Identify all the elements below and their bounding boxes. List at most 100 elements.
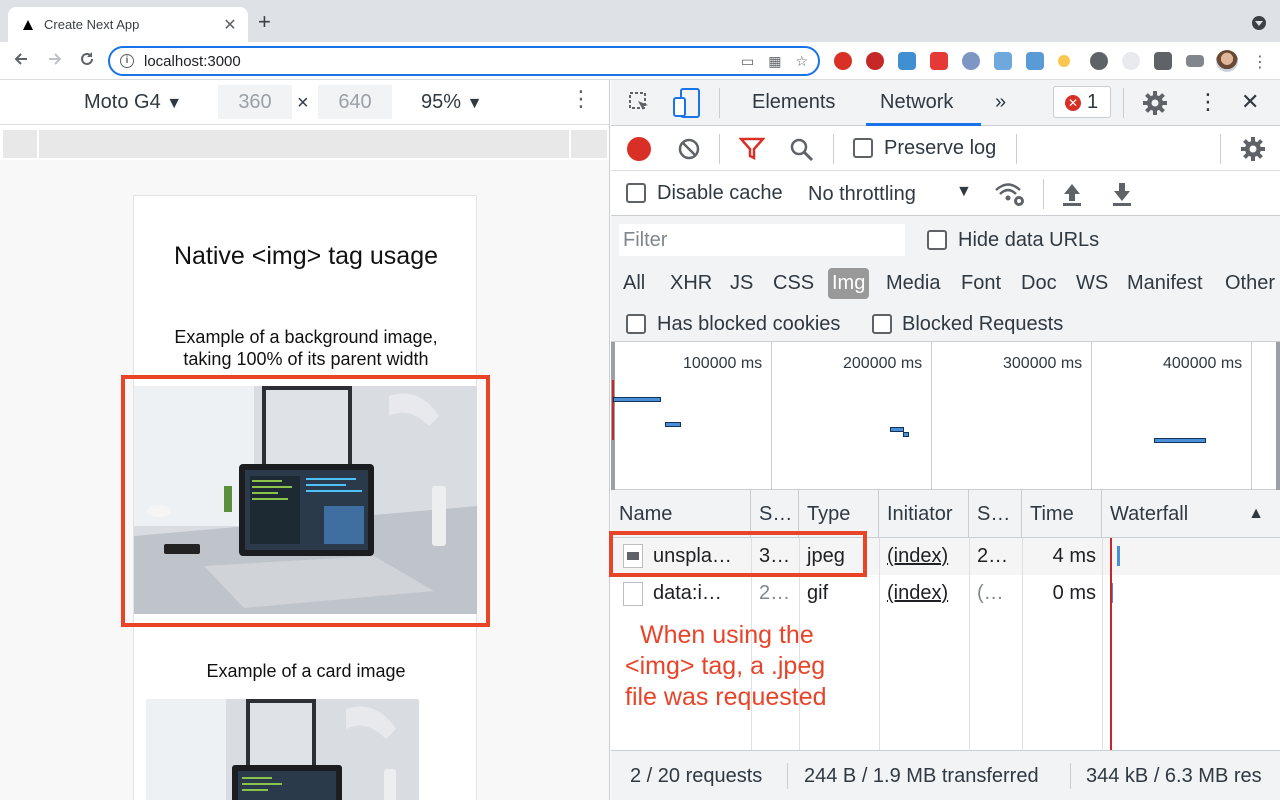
filter-funnel-icon[interactable]	[739, 137, 765, 161]
filter-input[interactable]: Filter	[619, 224, 905, 256]
resources-size: 344 kB / 6.3 MB res	[1086, 765, 1262, 787]
tab-network[interactable]: Network	[880, 91, 953, 114]
star-icon[interactable]: ☆	[795, 53, 808, 70]
type-filter-all[interactable]: All	[619, 268, 649, 299]
device-width-input[interactable]: 360	[218, 85, 292, 119]
column-header-time[interactable]: Time	[1022, 490, 1102, 538]
network-settings-gear-icon[interactable]	[1240, 136, 1266, 162]
extension-copy-icon[interactable]	[898, 52, 916, 70]
extensions-puzzle-icon[interactable]	[1154, 52, 1172, 70]
status-divider	[787, 763, 788, 789]
request-size: (…	[977, 582, 1004, 604]
request-name: data:i…	[653, 582, 722, 604]
address-bar[interactable]: i localhost:3000 ▭ ▦ ☆	[108, 46, 820, 76]
type-filter-doc[interactable]: Doc	[1017, 268, 1061, 299]
devtools-menu-icon[interactable]: ⋮	[1197, 89, 1219, 115]
media-query-ruler[interactable]	[3, 130, 607, 158]
inspect-element-icon[interactable]	[628, 91, 652, 115]
extension-moon-icon[interactable]	[1090, 52, 1108, 70]
device-toolbar-toggle-icon[interactable]	[673, 88, 701, 118]
error-counter-badge[interactable]: ✕ 1	[1053, 86, 1111, 118]
throttling-caret-icon[interactable]: ▼	[956, 183, 972, 201]
device-select[interactable]: Moto G4 ▼	[84, 91, 182, 114]
clear-icon[interactable]	[677, 137, 701, 161]
record-button[interactable]	[627, 137, 651, 161]
request-initiator-link[interactable]: (index)	[879, 575, 969, 612]
extension-screenshot-icon[interactable]	[930, 52, 948, 70]
nextjs-triangle-icon	[23, 19, 33, 30]
info-icon[interactable]: i	[120, 54, 134, 68]
reload-button[interactable]	[76, 50, 98, 72]
type-filter-ws[interactable]: WS	[1072, 268, 1112, 299]
extension-adblock-icon[interactable]	[834, 52, 852, 70]
has-blocked-cookies-checkbox[interactable]	[626, 314, 646, 334]
type-filter-img[interactable]: Img	[828, 268, 870, 299]
network-overview-timeline[interactable]: 100000 ms 200000 ms 300000 ms 400000 ms	[611, 342, 1280, 490]
preserve-log-label: Preserve log	[884, 137, 997, 159]
annotation-line: When using the	[640, 621, 814, 649]
browser-tab[interactable]: Create Next App ✕	[8, 7, 248, 42]
extension-list-icon[interactable]	[994, 52, 1012, 70]
media-queue-icon[interactable]	[1186, 55, 1204, 67]
back-button[interactable]	[10, 50, 32, 72]
network-conditions-icon[interactable]	[994, 181, 1026, 207]
highlight-box-image	[121, 375, 490, 627]
network-toolbar-secondary: Disable cache No throttling ▼	[611, 171, 1280, 216]
device-height-input[interactable]: 640	[318, 85, 392, 119]
search-icon[interactable]	[789, 137, 815, 163]
extension-pin-icon[interactable]	[1058, 55, 1070, 67]
tab-elements[interactable]: Elements	[752, 91, 835, 114]
type-filter-css[interactable]: CSS	[769, 268, 818, 299]
forward-button[interactable]	[44, 50, 66, 72]
settings-gear-icon[interactable]	[1142, 90, 1168, 116]
reload-icon	[81, 52, 93, 65]
arrow-left-icon	[14, 53, 27, 65]
type-filter-xhr[interactable]: XHR	[666, 268, 716, 299]
extension-ghost-icon[interactable]	[1122, 52, 1140, 70]
column-header-waterfall[interactable]: Waterfall ▲	[1102, 490, 1280, 538]
disable-cache-checkbox[interactable]	[626, 183, 646, 203]
status-divider	[1070, 763, 1071, 789]
new-tab-button[interactable]: +	[258, 11, 271, 33]
extension-grid-icon[interactable]	[1026, 52, 1044, 70]
toolbar-divider	[833, 134, 834, 164]
throttling-select[interactable]: No throttling	[808, 183, 916, 206]
profile-avatar[interactable]	[1216, 50, 1238, 72]
overview-right-handle[interactable]	[1276, 342, 1280, 490]
request-initiator-link[interactable]: (index)	[879, 538, 969, 575]
cast-icon[interactable]: ▭	[741, 53, 754, 70]
tab-search-icon[interactable]	[1252, 16, 1266, 30]
device-toolbar: Moto G4 ▼ 360 × 640 95% ▼ ⋮	[0, 80, 609, 125]
type-filter-js[interactable]: JS	[726, 268, 757, 299]
type-filter-font[interactable]: Font	[957, 268, 1005, 299]
apps-grid-icon[interactable]: ▦	[768, 53, 781, 70]
request-time: 4 ms	[1052, 545, 1096, 567]
export-har-icon[interactable]	[1111, 181, 1133, 207]
blocked-requests-checkbox[interactable]	[872, 314, 892, 334]
extension-abp-icon[interactable]	[866, 52, 884, 70]
type-filter-other[interactable]: Other	[1221, 268, 1279, 299]
column-header-size[interactable]: S…	[969, 490, 1022, 538]
zoom-value: 95%	[421, 91, 462, 113]
device-more-options-icon[interactable]: ⋮	[570, 86, 592, 112]
column-header-initiator[interactable]: Initiator	[879, 490, 969, 538]
type-filter-media[interactable]: Media	[882, 268, 944, 299]
blocked-requests-label: Blocked Requests	[902, 313, 1064, 335]
caret-down-icon: ▼	[466, 95, 483, 112]
preserve-log-checkbox[interactable]	[853, 138, 873, 158]
close-devtools-icon[interactable]: ✕	[1241, 89, 1259, 115]
type-filter-manifest[interactable]: Manifest	[1123, 268, 1207, 299]
import-har-icon[interactable]	[1061, 181, 1083, 207]
zoom-select[interactable]: 95% ▼	[421, 91, 482, 114]
hide-data-urls-checkbox[interactable]	[927, 230, 947, 250]
overview-tick-label: 200000 ms	[843, 355, 923, 372]
dimension-separator: ×	[297, 92, 309, 114]
caret-down-icon: ▼	[166, 95, 183, 112]
network-status-bar: 2 / 20 requests 244 B / 1.9 MB transferr…	[611, 750, 1280, 800]
tab-close-icon[interactable]: ✕	[222, 15, 238, 35]
request-time: 0 ms	[1052, 582, 1096, 604]
more-tabs-icon[interactable]: »	[995, 91, 1006, 114]
extension-compass-icon[interactable]	[962, 52, 980, 70]
chrome-menu-icon[interactable]: ⋮	[1252, 52, 1268, 72]
overview-tick-label: 400000 ms	[1163, 355, 1243, 372]
